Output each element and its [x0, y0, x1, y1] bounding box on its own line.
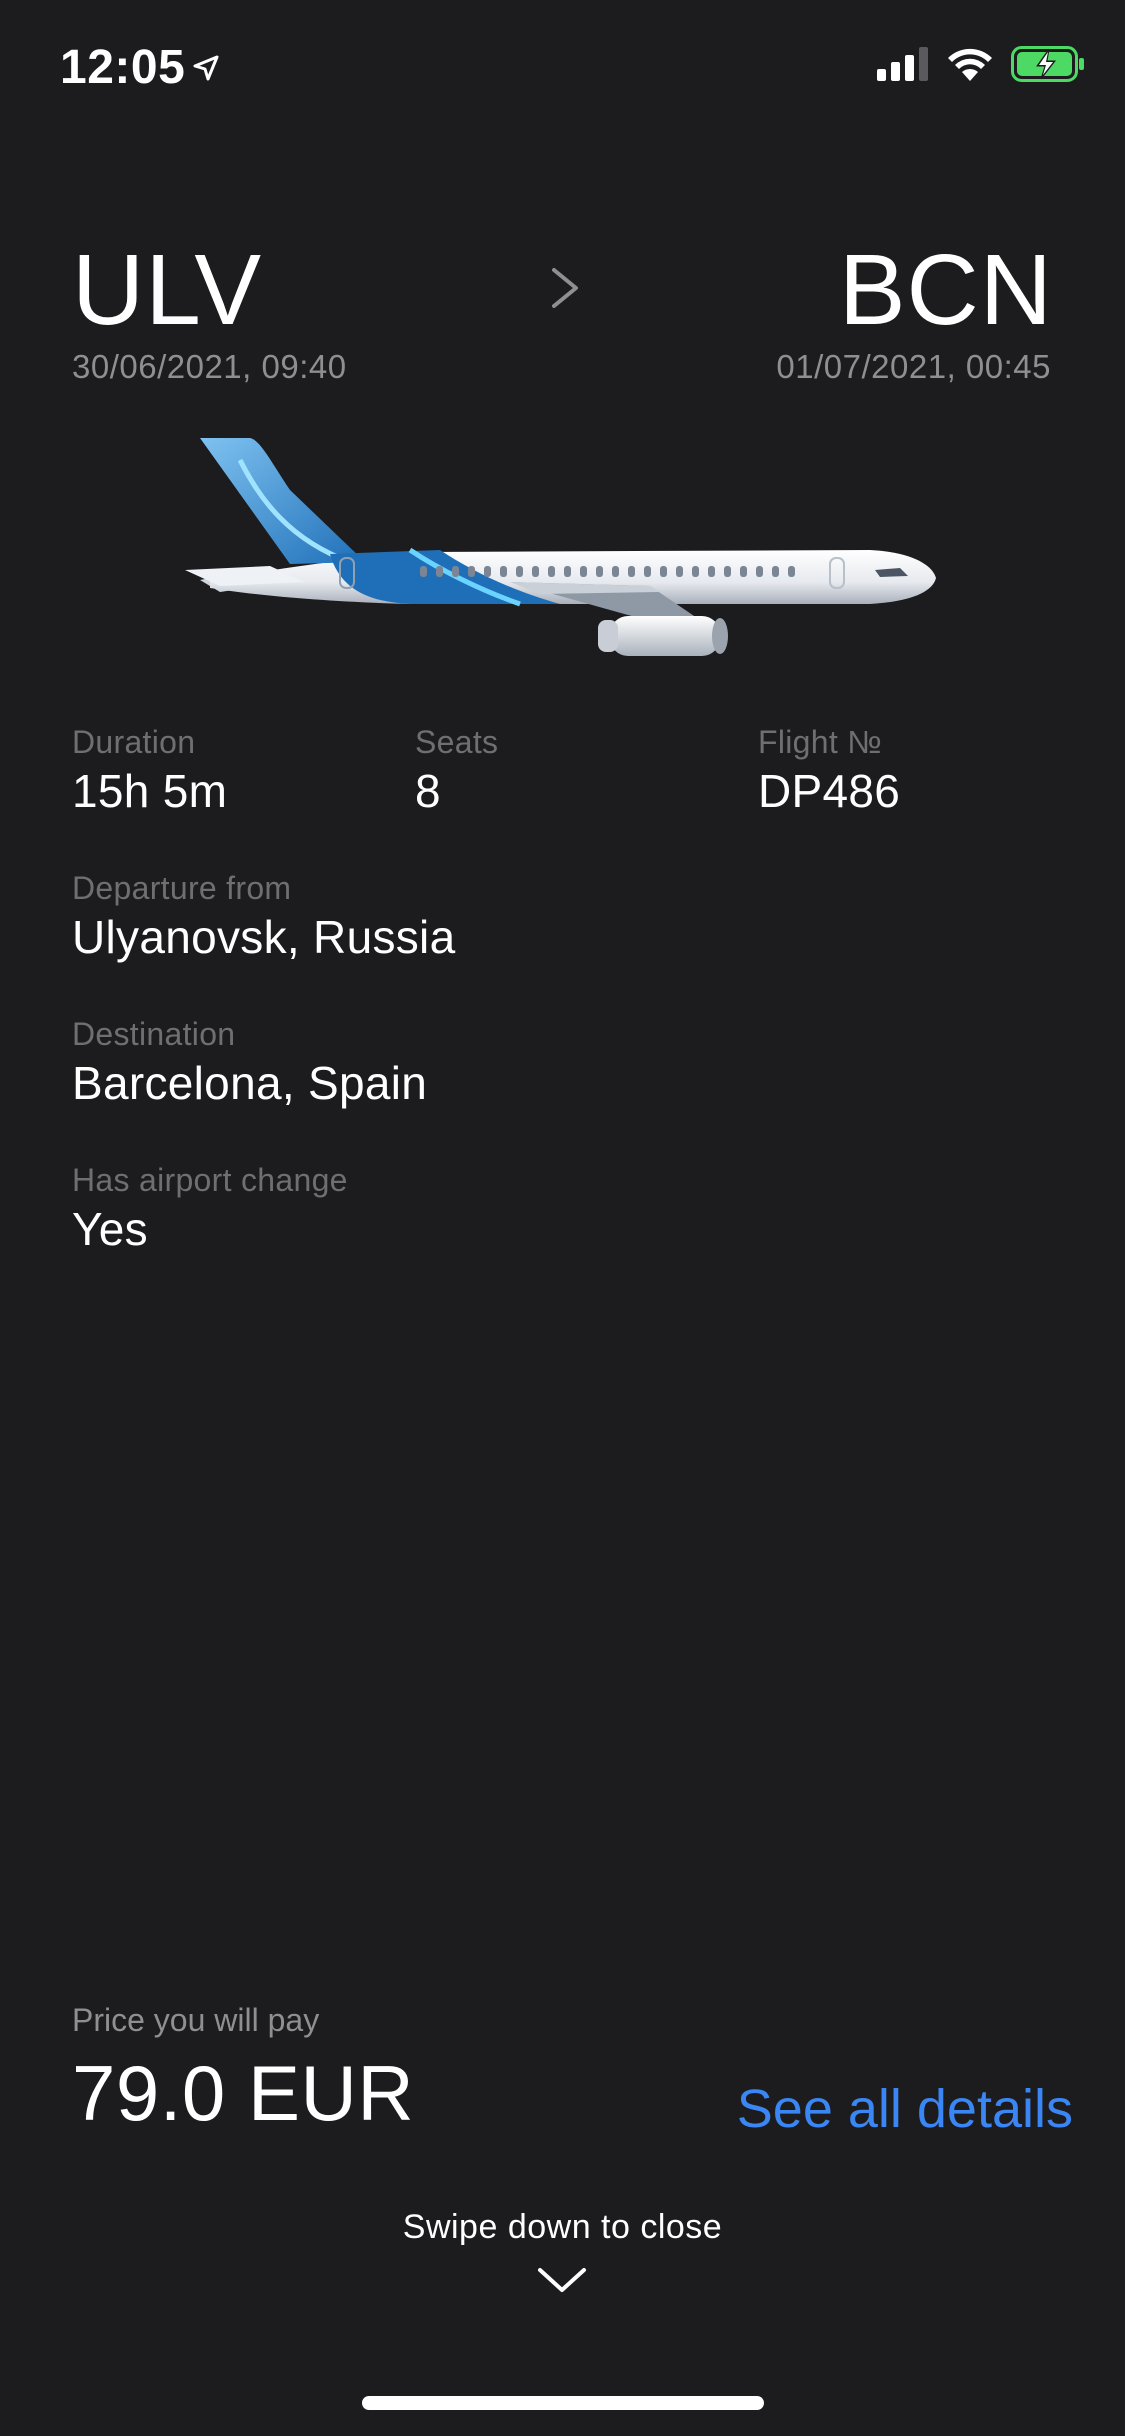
- origin-datetime: 30/06/2021, 09:40: [72, 348, 347, 385]
- home-indicator[interactable]: [362, 2396, 764, 2410]
- destination-value: Barcelona, Spain: [72, 1057, 428, 1109]
- airport-change-value: Yes: [72, 1203, 148, 1255]
- destination-datetime: 01/07/2021, 00:45: [776, 348, 1051, 385]
- destination-code: BCN: [838, 234, 1053, 346]
- battery-charging-icon: [1011, 46, 1085, 87]
- duration-label: Duration: [72, 724, 196, 760]
- chevron-down-icon[interactable]: [536, 2264, 588, 2301]
- status-bar-icons: [877, 46, 1085, 87]
- location-arrow-icon: [191, 40, 221, 95]
- signal-icon: [877, 47, 929, 86]
- seats-value: 8: [415, 765, 441, 817]
- duration-value: 15h 5m: [72, 765, 228, 817]
- origin-code: ULV: [72, 234, 263, 346]
- destination-label: Destination: [72, 1016, 236, 1052]
- wifi-icon: [947, 47, 993, 86]
- departure-label: Departure from: [72, 870, 292, 906]
- flight-number-label: Flight №: [758, 724, 882, 760]
- swipe-down-hint: Swipe down to close: [402, 2208, 723, 2246]
- route-chevron-right-icon: [548, 264, 584, 317]
- airport-change-label: Has airport change: [72, 1162, 348, 1198]
- flight-number-value: DP486: [758, 765, 901, 817]
- status-bar-time: 12:05: [60, 40, 221, 95]
- status-time-text: 12:05: [60, 41, 186, 94]
- see-all-details-link[interactable]: See all details: [737, 2078, 1073, 2140]
- price-label: Price you will pay: [72, 2002, 320, 2038]
- seats-label: Seats: [415, 724, 499, 760]
- airplane-icon: [180, 430, 950, 675]
- price-value: 79.0 EUR: [72, 2049, 415, 2137]
- departure-value: Ulyanovsk, Russia: [72, 911, 456, 963]
